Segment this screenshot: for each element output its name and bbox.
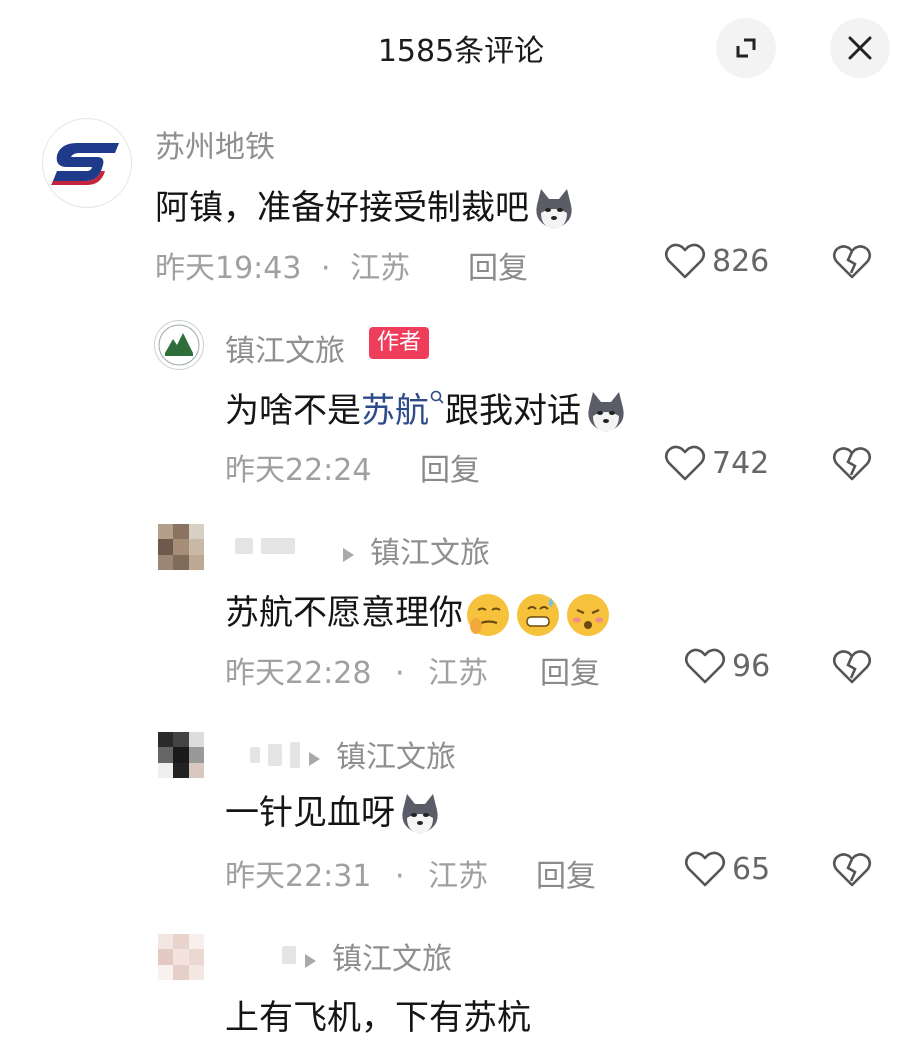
dislike-button[interactable] [832,445,872,487]
whistle-emoji-icon [567,593,609,636]
dislike-button[interactable] [832,648,872,690]
comment-text-content: 阿镇，准备好接受制裁吧 [155,188,529,228]
avatar-pixelated[interactable] [158,934,204,980]
meta-separator: · [395,656,405,691]
heart-outline-icon [684,648,726,684]
reply-target[interactable]: 镇江文旅 [302,934,452,978]
reply-button[interactable]: 回复 [468,243,528,287]
reply-target-name[interactable]: 镇江文旅 [336,740,456,775]
expand-icon [736,38,756,58]
search-icon [430,390,444,404]
avatar-pixelated[interactable] [158,524,204,570]
reply-button[interactable]: 回复 [420,445,480,489]
triangle-right-icon [309,751,320,766]
avatar-zhenjiang-culture-tourism[interactable] [154,320,204,370]
comment-text: 为啥不是苏航 跟我对话 [225,383,631,438]
comment-meta: 昨天22:28 · 江苏 [225,648,488,692]
broken-heart-icon [832,245,872,279]
expand-button[interactable] [716,18,776,78]
reply-target-name[interactable]: 镇江文旅 [332,942,452,977]
comment-location: 江苏 [428,656,489,691]
like-count: 742 [712,445,770,481]
author-badge: 作者 [369,327,430,359]
blurred-username[interactable] [250,742,300,768]
like-count: 826 [712,243,770,279]
comment-time: 昨天22:31 [225,859,372,894]
husky-emoji-icon [402,793,438,834]
broken-heart-icon [832,853,872,887]
comment-time: 昨天22:28 [225,656,372,691]
like-button[interactable]: 742 [664,443,769,483]
comment-text: 上有飞机，下有苏杭 [225,998,531,1038]
dislike-button[interactable] [832,243,872,285]
dislike-button[interactable] [832,851,872,893]
close-button[interactable] [830,18,890,78]
like-button[interactable]: 65 [684,849,770,889]
comment-username[interactable]: 苏州地铁 [155,122,275,166]
suzhou-metro-logo [51,143,119,185]
reply-button[interactable]: 回复 [540,648,600,692]
comment-username[interactable]: 镇江文旅 [225,326,345,370]
search-link[interactable]: 苏航 [361,390,445,431]
reply-target[interactable]: 镇江文旅 [306,732,456,776]
comment-text-before: 为啥不是 [225,391,361,431]
comment-time: 昨天22:24 [225,453,372,488]
triangle-right-icon [305,953,316,968]
broken-heart-icon [832,650,872,684]
comment-text: 阿镇，准备好接受制裁吧 [155,180,579,235]
heart-outline-icon [684,851,726,887]
search-link-text[interactable]: 苏航 [361,391,429,431]
comment-text: 一针见血呀 [225,785,445,840]
like-button[interactable]: 826 [664,241,769,281]
comment-time: 昨天19:43 [155,251,302,286]
sweat-grin-emoji-icon [517,593,559,636]
comment-location: 江苏 [350,251,411,286]
blurred-username[interactable] [235,538,295,554]
comment-text-content: 苏航不愿意理你 [225,593,463,633]
blurred-username[interactable] [282,946,296,964]
comment-meta: 昨天22:31 · 江苏 [225,851,488,895]
husky-emoji-icon [536,188,572,229]
meta-separator: · [321,251,331,286]
avatar-suzhou-metro[interactable] [42,118,132,208]
reply-button[interactable]: 回复 [536,851,596,895]
heart-outline-icon [664,243,706,279]
comment-text-after: 跟我对话 [445,391,581,431]
meta-separator: · [395,859,405,894]
thinking-emoji-icon [467,593,509,636]
triangle-right-icon [343,547,354,562]
comment-text: 苏航不愿意理你 [225,585,613,640]
zhenjiang-logo [158,324,200,366]
close-icon [848,36,872,60]
reply-target-name[interactable]: 镇江文旅 [370,536,490,571]
comment-meta: 昨天19:43 · 江苏 [155,243,410,287]
husky-emoji-icon [588,391,624,432]
comments-count-title: 1585条评论 [377,34,545,69]
comment-text-content: 一针见血呀 [225,793,395,833]
reply-target[interactable]: 镇江文旅 [340,528,490,572]
like-count: 65 [732,851,771,887]
broken-heart-icon [832,447,872,481]
like-button[interactable]: 96 [684,646,770,686]
comment-location: 江苏 [428,859,489,894]
like-count: 96 [732,648,771,684]
heart-outline-icon [664,445,706,481]
avatar-pixelated[interactable] [158,732,204,778]
